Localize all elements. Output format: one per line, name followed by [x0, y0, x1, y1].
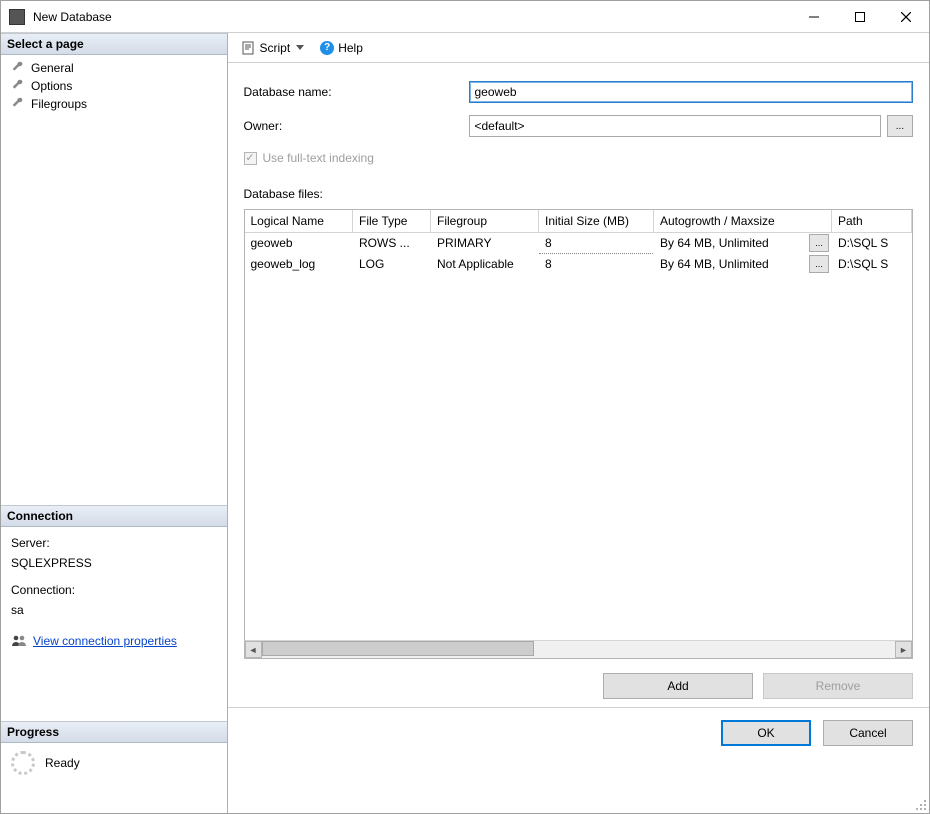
server-value: SQLEXPRESS [11, 553, 217, 573]
page-item-filegroups[interactable]: Filegroups [1, 95, 227, 113]
col-logical-name[interactable]: Logical Name [245, 210, 353, 233]
cell-autogrowth[interactable]: By 64 MB, Unlimited ... [654, 254, 832, 275]
right-pane: Script ? Help Database name: Owner: [228, 33, 930, 813]
dialog-footer: OK Cancel [228, 707, 930, 758]
add-button[interactable]: Add [603, 673, 753, 699]
close-button[interactable] [883, 2, 929, 32]
database-name-input[interactable] [469, 81, 914, 103]
cell-path[interactable]: D:\SQL S [832, 254, 912, 275]
view-connection-properties-link[interactable]: View connection properties [33, 631, 177, 651]
cell-logical-name[interactable]: geoweb_log [245, 254, 353, 275]
fulltext-label: Use full-text indexing [263, 151, 374, 165]
maximize-button[interactable] [837, 2, 883, 32]
remove-button: Remove [763, 673, 913, 699]
scroll-right-button[interactable]: ► [895, 641, 912, 658]
grid-button-row: Add Remove [228, 659, 930, 707]
left-pane: Select a page General Options [1, 33, 228, 813]
table-row[interactable]: geoweb_log LOG Not Applicable 8 By 64 MB… [245, 254, 912, 275]
cell-initial-size[interactable]: 8 [539, 254, 654, 275]
fulltext-checkbox: ✓ [244, 152, 257, 165]
table-row[interactable]: geoweb ROWS ... PRIMARY 8 By 64 MB, Unli… [245, 233, 912, 254]
form-area: Database name: Owner: ... ✓ Use full-tex… [228, 63, 930, 209]
script-icon [242, 41, 256, 55]
autogrowth-browse-button[interactable]: ... [809, 234, 829, 252]
script-label: Script [260, 41, 291, 55]
wrench-icon [11, 61, 25, 75]
cell-logical-name[interactable]: geoweb [245, 233, 353, 254]
window-title: New Database [33, 10, 112, 24]
pages-header: Select a page [1, 33, 227, 55]
page-item-label: Filegroups [31, 97, 87, 111]
database-files-label: Database files: [244, 187, 914, 201]
page-item-options[interactable]: Options [1, 77, 227, 95]
script-button[interactable]: Script [236, 39, 311, 57]
minimize-button[interactable] [791, 2, 837, 32]
cell-filegroup[interactable]: Not Applicable [431, 254, 539, 275]
cell-file-type[interactable]: ROWS ... [353, 233, 431, 254]
people-icon [11, 633, 27, 649]
progress-status: Ready [45, 756, 80, 770]
cell-path[interactable]: D:\SQL S [832, 233, 912, 254]
progress-panel: Ready [1, 743, 227, 783]
dialog-window: New Database Select a page General [0, 0, 930, 814]
connection-label: Connection: [11, 580, 217, 600]
ok-button[interactable]: OK [721, 720, 811, 746]
help-label: Help [338, 41, 363, 55]
col-autogrowth[interactable]: Autogrowth / Maxsize [654, 210, 832, 233]
connection-panel: Server: SQLEXPRESS Connection: sa View c… [1, 527, 227, 661]
autogrowth-browse-button[interactable]: ... [809, 255, 829, 273]
page-item-label: General [31, 61, 74, 75]
scroll-left-button[interactable]: ◄ [245, 641, 262, 658]
progress-header: Progress [1, 721, 227, 743]
owner-label: Owner: [244, 119, 469, 133]
page-item-label: Options [31, 79, 72, 93]
fulltext-checkbox-row: ✓ Use full-text indexing [244, 149, 914, 169]
cell-autogrowth[interactable]: By 64 MB, Unlimited ... [654, 233, 832, 254]
scroll-track[interactable] [262, 641, 896, 658]
col-path[interactable]: Path [832, 210, 912, 233]
col-filegroup[interactable]: Filegroup [431, 210, 539, 233]
col-initial-size[interactable]: Initial Size (MB) [539, 210, 654, 233]
page-list: General Options Filegroups [1, 55, 227, 117]
dbname-label: Database name: [244, 85, 469, 99]
scroll-thumb[interactable] [262, 641, 534, 656]
wrench-icon [11, 97, 25, 111]
resize-grip[interactable] [915, 799, 927, 811]
connection-value: sa [11, 600, 217, 620]
toolbar: Script ? Help [228, 33, 930, 63]
help-icon: ? [320, 41, 334, 55]
col-file-type[interactable]: File Type [353, 210, 431, 233]
owner-browse-button[interactable]: ... [887, 115, 913, 137]
window-controls [791, 2, 929, 32]
cell-file-type[interactable]: LOG [353, 254, 431, 275]
database-files-grid[interactable]: Logical Name File Type Filegroup Initial… [244, 209, 914, 659]
spinner-icon [11, 751, 35, 775]
help-button[interactable]: ? Help [314, 39, 369, 57]
page-item-general[interactable]: General [1, 59, 227, 77]
grid-header-row: Logical Name File Type Filegroup Initial… [245, 210, 912, 233]
chevron-down-icon [296, 45, 304, 50]
horizontal-scrollbar[interactable]: ◄ ► [245, 640, 913, 658]
connection-header: Connection [1, 505, 227, 527]
server-label: Server: [11, 533, 217, 553]
owner-input[interactable] [469, 115, 881, 137]
database-icon [9, 9, 25, 25]
cell-filegroup[interactable]: PRIMARY [431, 233, 539, 254]
cell-initial-size[interactable]: 8 [539, 233, 654, 254]
cancel-button[interactable]: Cancel [823, 720, 913, 746]
wrench-icon [11, 79, 25, 93]
titlebar: New Database [1, 1, 929, 33]
